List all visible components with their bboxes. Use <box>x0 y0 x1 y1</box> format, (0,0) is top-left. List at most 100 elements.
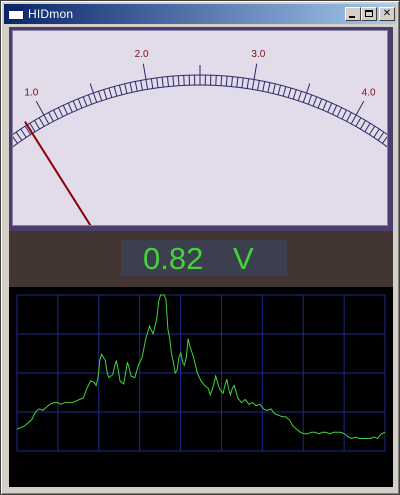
scale-minor-tick <box>346 112 352 122</box>
scale-minor-tick <box>172 76 175 87</box>
scale-minor-tick <box>262 81 266 92</box>
scale-minor-tick <box>92 92 98 103</box>
scale-minor-tick <box>34 120 41 130</box>
scale-major-tick <box>142 63 147 80</box>
scale-minor-tick <box>129 82 133 93</box>
scale-minor-tick <box>53 109 59 120</box>
scale-minor-tick <box>103 89 108 100</box>
scale-minor-tick <box>77 98 83 109</box>
scale-minor-tick <box>156 77 159 88</box>
scale-minor-tick <box>272 83 276 94</box>
readout-value: 0.82 <box>143 241 204 276</box>
client-area: 0.01.02.03.04.05.0 0.82 V <box>0 27 400 487</box>
scale-minor-tick <box>292 89 297 100</box>
readout-unit: V <box>233 241 254 276</box>
scale-label: 1.0 <box>24 87 38 98</box>
scale-minor-tick <box>332 105 338 115</box>
scale-minor-tick <box>177 75 180 86</box>
scale-minor-tick <box>183 75 185 86</box>
scale-minor-tick <box>236 77 239 88</box>
scope-trace <box>16 294 386 440</box>
scale-minor-tick <box>215 75 217 86</box>
digital-readout: 0.82 V <box>121 240 287 276</box>
scale-minor-tick <box>257 80 260 91</box>
scale-minor-tick <box>246 78 250 89</box>
scale-major-tick <box>355 100 365 116</box>
scale-major-tick <box>253 63 258 80</box>
scale-minor-tick <box>322 100 328 111</box>
scale-arc-inner <box>0 84 400 158</box>
scale-minor-tick <box>359 120 366 130</box>
scale-minor-tick <box>350 114 357 125</box>
close-icon: ✕ <box>382 8 392 19</box>
scale-label: 3.0 <box>251 49 265 60</box>
app-window: HIDmon ✕ 0.01.02.03.04.05.0 0.82 V <box>0 0 400 495</box>
scale-minor-tick <box>67 102 73 113</box>
scale-minor-tick <box>231 76 234 87</box>
scale-half-tick <box>89 83 94 94</box>
scale-minor-tick <box>166 76 169 87</box>
scale-major-tick <box>35 100 45 116</box>
scale-minor-tick <box>145 79 149 90</box>
scale-minor-tick <box>251 79 255 90</box>
scale-minor-tick <box>11 135 18 144</box>
scale-minor-tick <box>287 87 292 98</box>
scale-minor-tick <box>297 91 302 101</box>
digital-readout-panel: 0.82 V <box>9 231 393 287</box>
scale-minor-tick <box>307 94 313 105</box>
scale-minor-tick <box>98 91 103 101</box>
scale-minor-tick <box>43 114 50 125</box>
scale-minor-tick <box>373 128 380 138</box>
scale-label: 4.0 <box>362 87 376 98</box>
scale-minor-tick <box>124 83 128 94</box>
scale-label: 2.0 <box>135 49 149 60</box>
scale-minor-tick <box>336 107 343 117</box>
scale-minor-tick <box>382 135 389 144</box>
scale-minor-tick <box>82 96 88 107</box>
scale-minor-tick <box>327 102 333 113</box>
meter-face: 0.01.02.03.04.05.0 <box>0 30 400 400</box>
scale-minor-tick <box>20 128 27 138</box>
scale-minor-tick <box>341 109 347 120</box>
scale-minor-tick <box>140 80 143 91</box>
scale-minor-tick <box>150 78 154 89</box>
oscilloscope-panel <box>9 287 393 487</box>
meter-needle <box>24 121 201 400</box>
scale-minor-tick <box>118 85 123 95</box>
scale-minor-tick <box>225 76 228 87</box>
title-bar[interactable]: HIDmon ✕ <box>4 4 396 24</box>
scale-arc-outer <box>0 74 400 145</box>
meter-gauge: 0.01.02.03.04.05.0 <box>0 49 400 400</box>
scale-minor-tick <box>220 75 223 86</box>
scale-half-tick <box>306 83 311 94</box>
app-window-icon[interactable] <box>8 7 24 20</box>
scale-minor-tick <box>368 125 376 135</box>
scope-grid <box>16 294 386 452</box>
scale-minor-tick <box>312 96 318 107</box>
minimize-icon <box>349 16 355 18</box>
maximize-icon <box>365 10 373 17</box>
scale-minor-tick <box>48 112 54 122</box>
minimize-button[interactable] <box>345 7 361 21</box>
scale-minor-tick <box>108 87 113 98</box>
scale-minor-tick <box>364 123 371 133</box>
scale-minor-tick <box>113 86 118 97</box>
scale-minor-tick <box>62 105 68 115</box>
scale-minor-tick <box>302 92 308 103</box>
scale-minor-tick <box>277 85 282 95</box>
maximize-button[interactable] <box>361 7 377 21</box>
scale-minor-tick <box>241 77 244 88</box>
close-button[interactable]: ✕ <box>379 7 395 21</box>
scale-minor-tick <box>57 107 64 117</box>
oscilloscope-plot <box>16 294 386 452</box>
scale-minor-tick <box>282 86 287 97</box>
scale-minor-tick <box>15 131 23 141</box>
window-title: HIDmon <box>28 7 74 21</box>
scale-minor-tick <box>38 117 45 127</box>
scale-minor-tick <box>72 100 78 111</box>
scale-minor-tick <box>355 117 362 127</box>
meter-scale: 0.01.02.03.04.05.0 <box>0 49 400 158</box>
scale-minor-tick <box>317 98 323 109</box>
analog-meter-panel: 0.01.02.03.04.05.0 <box>0 27 400 400</box>
scale-minor-tick <box>377 131 385 141</box>
